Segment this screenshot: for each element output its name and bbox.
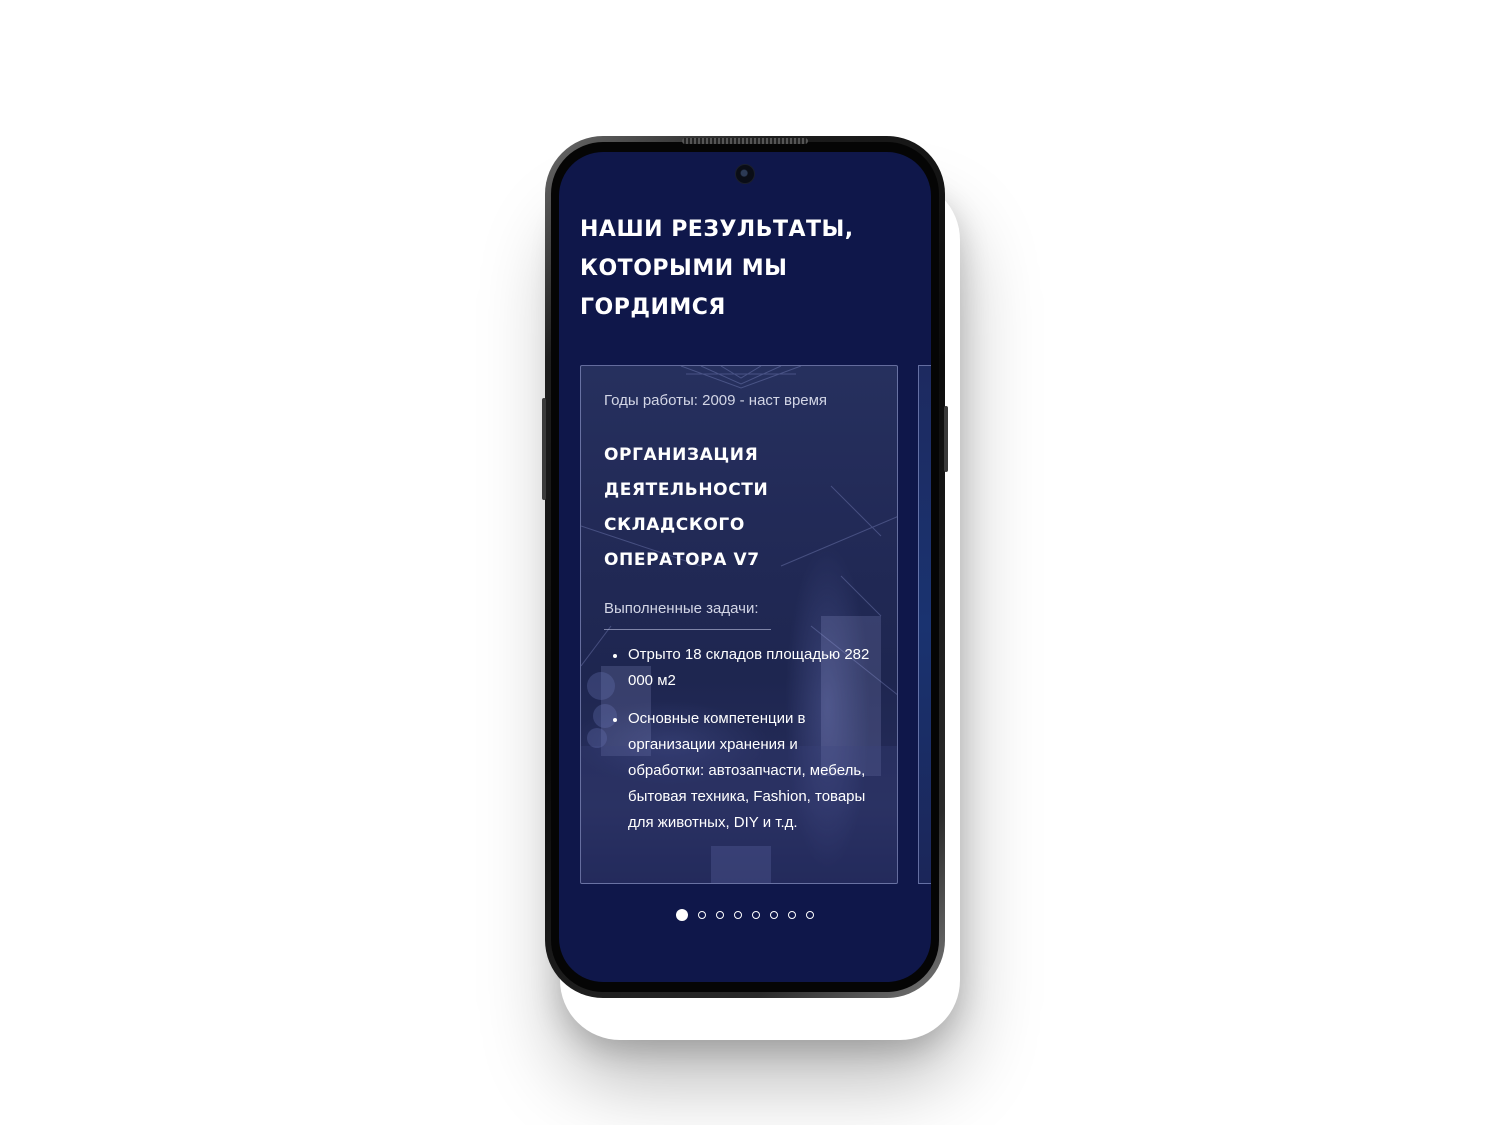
- card-title: ОРГАНИЗАЦИЯ ДЕЯТЕЛЬНОСТИ СКЛАДСКОГО ОПЕР…: [604, 445, 769, 570]
- result-card[interactable]: Годы работы: 2009 - наст время ОРГАНИЗАЦ…: [580, 365, 898, 884]
- power-button: [944, 406, 948, 472]
- next-card-peek[interactable]: [918, 365, 931, 884]
- tasks-label: Выполненные задачи:: [604, 600, 759, 617]
- section-title: НАШИ РЕЗУЛЬТАТЫ, КОТОРЫМИ МЫ ГОРДИМСЯ: [580, 217, 854, 320]
- bullet-icon: [613, 654, 617, 658]
- pagination-dot-7[interactable]: [788, 911, 796, 919]
- pagination-dot-8[interactable]: [806, 911, 814, 919]
- phone-frame: НАШИ РЕЗУЛЬТАТЫ, КОТОРЫМИ МЫ ГОРДИМСЯ Го…: [542, 136, 948, 998]
- front-camera-icon: [735, 164, 755, 184]
- pagination-dot-3[interactable]: [716, 911, 724, 919]
- phone-screen: НАШИ РЕЗУЛЬТАТЫ, КОТОРЫМИ МЫ ГОРДИМСЯ Го…: [559, 152, 931, 982]
- mockup-stage: НАШИ РЕЗУЛЬТАТЫ, КОТОРЫМИ МЫ ГОРДИМСЯ Го…: [0, 0, 1500, 1125]
- pagination-dot-4[interactable]: [734, 911, 742, 919]
- task-text: Отрыто 18 складов площадью 282 000 м2: [628, 646, 870, 689]
- pagination-dot-6[interactable]: [770, 911, 778, 919]
- tasks-list: Отрыто 18 складов площадью 282 000 м2 Ос…: [604, 642, 874, 848]
- pagination-dot-5[interactable]: [752, 911, 760, 919]
- list-item: Отрыто 18 складов площадью 282 000 м2: [604, 642, 874, 694]
- volume-button: [542, 398, 546, 500]
- speaker-grill: [682, 138, 808, 144]
- task-text: Основные компетенции в организации хране…: [628, 710, 866, 831]
- pagination-dot-1[interactable]: [676, 909, 688, 921]
- pagination-dot-2[interactable]: [698, 911, 706, 919]
- tasks-label-underline: [604, 629, 771, 630]
- card-years: Годы работы: 2009 - наст время: [604, 392, 828, 409]
- list-item: Основные компетенции в организации хране…: [604, 706, 874, 836]
- bullet-icon: [613, 718, 617, 722]
- carousel-pagination: [559, 909, 931, 921]
